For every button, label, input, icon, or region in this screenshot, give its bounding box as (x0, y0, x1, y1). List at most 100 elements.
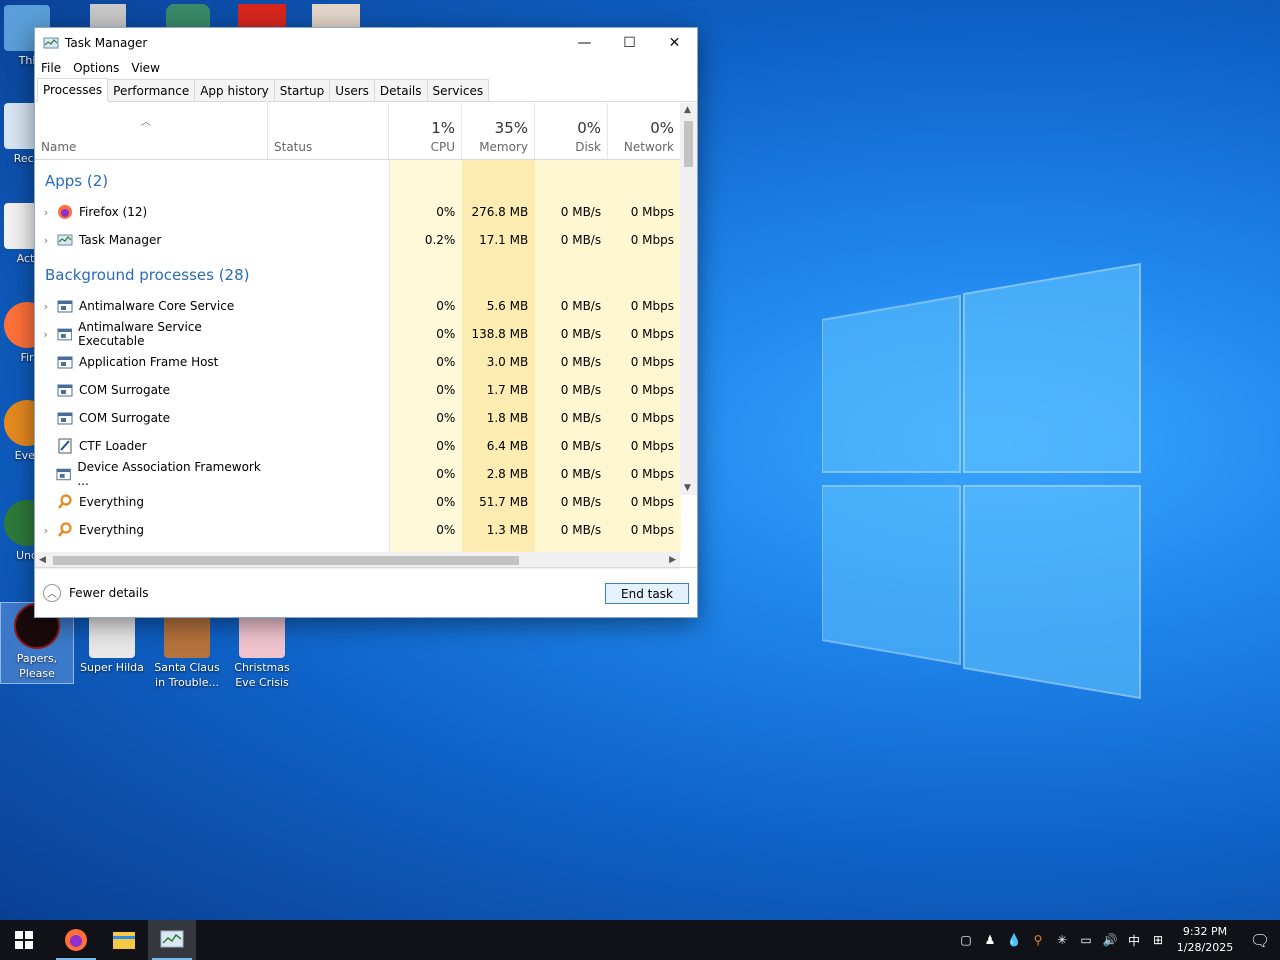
column-network[interactable]: 0% Network (608, 103, 681, 159)
notifications-icon[interactable]: 🗨 (1240, 931, 1280, 950)
disk-cell: 0 MB/s (560, 411, 602, 425)
group-header-background[interactable]: Background processes (28) (45, 266, 250, 284)
process-name: Device Association Framework ... (77, 460, 261, 488)
table-row[interactable]: › Everything 0% 1.3 MB 0 MB/s 0 Mbps (35, 516, 680, 544)
tab-processes[interactable]: Processes (37, 78, 109, 102)
minimize-button[interactable]: — (562, 28, 607, 58)
end-task-button[interactable]: End task (605, 583, 689, 604)
process-name: COM Surrogate (79, 411, 171, 425)
chevron-right-icon[interactable]: › (35, 234, 57, 247)
fewer-details-button[interactable]: ︿ Fewer details (43, 583, 149, 602)
tray-network-icon[interactable]: ▭ (1074, 933, 1098, 947)
close-button[interactable]: ✕ (652, 28, 697, 58)
table-row[interactable]: › Task Manager 0.2% 17.1 MB 0 MB/s 0 Mbps (35, 226, 680, 254)
taskbar-file-explorer[interactable] (100, 920, 148, 960)
process-name-cell: COM Surrogate (35, 410, 268, 426)
scroll-up-icon[interactable]: ▲ (684, 105, 691, 115)
cpu-cell: 0% (436, 495, 456, 509)
scroll-down-icon[interactable]: ▼ (684, 483, 691, 493)
column-name[interactable]: ︿ Name (35, 103, 268, 159)
sort-up-icon: ︿ (141, 117, 151, 128)
table-row[interactable]: › Firefox (12) 0% 276.8 MB 0 MB/s 0 Mbps (35, 198, 680, 226)
group-header-apps[interactable]: Apps (2) (45, 172, 108, 190)
vertical-scroll-thumb[interactable] (684, 121, 693, 167)
chevron-right-icon[interactable]: › (35, 300, 57, 313)
taskbar: ▢ ♟ 💧 ⚲ ✳ ▭ 🔊 中 ⊞ 9:32 PM 1/28/2025 🗨 (0, 920, 1280, 960)
tray-people-icon[interactable]: ♟ (978, 933, 1002, 947)
tray-ime-indicator[interactable]: 中 (1122, 932, 1146, 949)
tab-app-history[interactable]: App history (194, 79, 275, 101)
table-row[interactable]: CTF Loader 0% 6.4 MB 0 MB/s 0 Mbps (35, 432, 680, 460)
network-cell: 0 Mbps (630, 355, 674, 369)
service-icon (57, 412, 73, 425)
table-row[interactable]: Everything 0% 51.7 MB 0 MB/s 0 Mbps (35, 488, 680, 516)
desktop-icon-partial[interactable] (90, 4, 126, 28)
process-name: Everything (79, 495, 144, 509)
memory-cell: 138.8 MB (471, 327, 529, 341)
horizontal-scroll-thumb[interactable] (53, 556, 519, 565)
scroll-right-icon[interactable]: ▶ (669, 555, 676, 565)
disk-cell: 0 MB/s (560, 467, 602, 481)
network-cell: 0 Mbps (630, 523, 674, 537)
tab-startup[interactable]: Startup (273, 79, 331, 101)
column-status[interactable]: Status (268, 103, 389, 159)
disk-cell: 0 MB/s (560, 495, 602, 509)
tray-snowflake-icon[interactable]: ✳ (1050, 933, 1074, 947)
tab-services[interactable]: Services (426, 79, 490, 101)
clock[interactable]: 9:32 PM 1/28/2025 (1170, 924, 1240, 956)
column-memory[interactable]: 35% Memory (462, 103, 535, 159)
memory-cell: 276.8 MB (471, 205, 529, 219)
desktop-icon-super-hilda[interactable]: Super Hilda (75, 612, 149, 675)
process-name: Antimalware Core Service (79, 299, 235, 313)
desktop-icon-partial[interactable] (312, 4, 360, 28)
tray-square-icon[interactable]: ▢ (954, 933, 978, 947)
chevron-right-icon[interactable]: › (35, 328, 57, 341)
table-row[interactable]: › Antimalware Core Service 0% 5.6 MB 0 MB/s 0… (35, 292, 680, 320)
service-icon (56, 468, 71, 481)
taskbar-firefox[interactable] (52, 920, 100, 960)
column-cpu[interactable]: 1% CPU (389, 103, 462, 159)
disk-cell: 0 MB/s (560, 523, 602, 537)
desktop-icon-partial[interactable] (166, 4, 210, 28)
tab-users[interactable]: Users (329, 79, 375, 101)
process-name-cell: Application Frame Host (35, 354, 268, 370)
tray-drop-icon[interactable]: 💧 (1002, 933, 1026, 947)
column-disk[interactable]: 0% Disk (535, 103, 608, 159)
tab-details[interactable]: Details (373, 79, 428, 101)
firefox-icon (65, 929, 87, 951)
chevron-right-icon[interactable]: › (35, 206, 57, 219)
network-cell: 0 Mbps (630, 299, 674, 313)
tab-bar: Processes Performance App history Startu… (35, 78, 697, 102)
menu-file[interactable]: File (41, 61, 61, 75)
desktop-icon-santa-claus[interactable]: Santa Claus in Trouble... (150, 612, 224, 690)
title-bar[interactable]: Task Manager — ☐ ✕ (35, 28, 697, 58)
memory-cell: 3.0 MB (486, 355, 529, 369)
vertical-scrollbar[interactable]: ▲ ▼ (680, 103, 697, 495)
start-button[interactable] (0, 920, 48, 960)
clock-date: 1/28/2025 (1176, 941, 1234, 954)
menu-view[interactable]: View (131, 61, 159, 75)
everything-icon (58, 494, 72, 509)
firefox-icon (58, 205, 72, 219)
table-row[interactable]: COM Surrogate 0% 1.8 MB 0 MB/s 0 Mbps (35, 404, 680, 432)
desktop-icon-partial[interactable] (238, 4, 286, 28)
cpu-cell: 0% (436, 439, 456, 453)
tray-everything-icon[interactable]: ⚲ (1026, 933, 1050, 947)
scroll-left-icon[interactable]: ◀ (39, 555, 46, 565)
menu-options[interactable]: Options (73, 61, 119, 75)
table-row[interactable]: Application Frame Host 0% 3.0 MB 0 MB/s 0 Mb… (35, 348, 680, 376)
process-name-cell: › Everything (35, 522, 268, 538)
cpu-cell: 0% (436, 411, 456, 425)
table-row[interactable]: › Antimalware Service Executable 0% 138.8 M… (35, 320, 680, 348)
table-row[interactable]: Device Association Framework ... 0% 2.8 MB… (35, 460, 680, 488)
cpu-cell: 0.2% (424, 233, 456, 247)
tab-performance[interactable]: Performance (107, 79, 196, 101)
desktop-icon-christmas-eve-crisis[interactable]: Christmas Eve Crisis (225, 612, 299, 690)
process-name-cell: › Antimalware Core Service (35, 298, 268, 314)
taskbar-task-manager[interactable] (148, 920, 196, 960)
maximize-button[interactable]: ☐ (607, 28, 652, 58)
chevron-right-icon[interactable]: › (35, 524, 57, 537)
tray-keyboard-icon[interactable]: ⊞ (1146, 933, 1170, 947)
tray-volume-icon[interactable]: 🔊 (1098, 933, 1122, 947)
table-row[interactable]: COM Surrogate 0% 1.7 MB 0 MB/s 0 Mbps (35, 376, 680, 404)
